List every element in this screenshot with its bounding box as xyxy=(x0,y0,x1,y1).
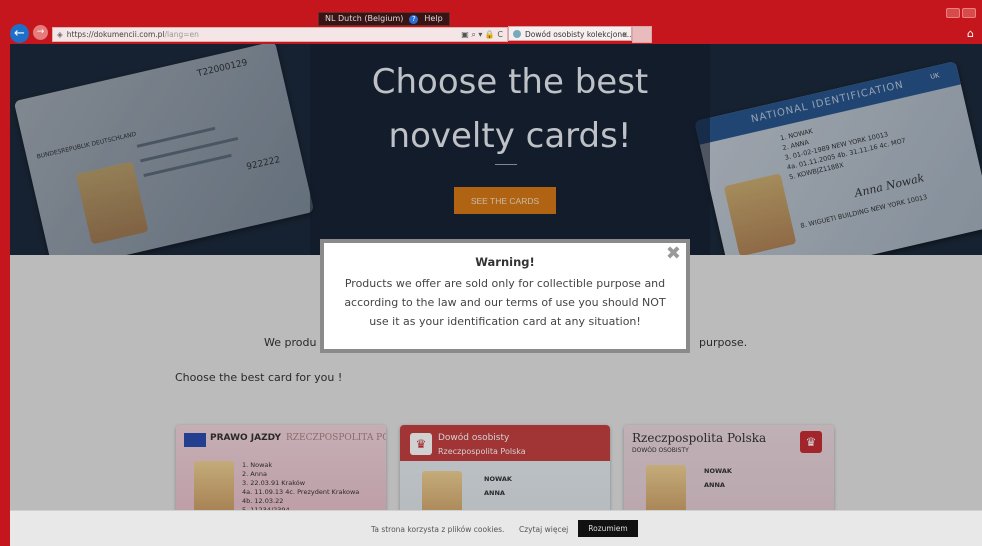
tab-title: Dowód osobisty kolekcjone... xyxy=(525,30,632,39)
warning-modal: ✖ Warning! Products we offer are sold on… xyxy=(320,239,690,353)
cookie-text: Ta strona korzysta z plików cookies. xyxy=(371,525,505,534)
modal-message: Products we offer are sold only for coll… xyxy=(344,274,666,331)
modal-line-2: according to the law and our terms of us… xyxy=(344,296,666,309)
site-icon: ◈ xyxy=(57,30,63,39)
forward-button[interactable]: → xyxy=(33,25,48,40)
modal-line-3: use it as your identification card at an… xyxy=(369,315,641,328)
cookie-bar: Ta strona korzysta z plików cookies. Czy… xyxy=(10,510,982,546)
maximize-button[interactable] xyxy=(962,8,976,18)
window-controls xyxy=(946,8,976,18)
cookie-read-more-link[interactable]: Czytaj więcej xyxy=(519,525,568,534)
modal-line-1: Products we offer are sold only for coll… xyxy=(344,277,666,290)
cookie-accept-button[interactable]: Rozumiem xyxy=(578,520,638,537)
navigation-bar: ← → ◈ https://dokumencii.com.pl/lang=en ▣… xyxy=(0,22,982,44)
tab-close-icon[interactable]: × xyxy=(622,27,628,40)
home-icon[interactable]: ⌂ xyxy=(967,27,974,40)
back-arrow-icon: ← xyxy=(14,26,25,41)
back-button[interactable]: ← xyxy=(10,24,29,43)
address-bar[interactable]: ◈ https://dokumencii.com.pl/lang=en ▣ ⌕ ▾… xyxy=(52,27,508,42)
modal-title: Warning! xyxy=(475,255,535,269)
minimize-button[interactable] xyxy=(946,8,960,18)
favicon-icon xyxy=(513,30,521,38)
url-path: /lang=en xyxy=(164,30,199,39)
url-prefix: https://dokumencii.com.pl xyxy=(66,30,165,39)
forward-arrow-icon: → xyxy=(36,27,45,37)
browser-tab[interactable]: Dowód osobisty kolekcjone... × xyxy=(508,26,632,41)
address-bar-icons[interactable]: ▣ ⌕ ▾ 🔒 C xyxy=(461,28,503,41)
page-viewport: T22000129 BUNDESREPUBLIK DEUTSCHLAND 922… xyxy=(10,44,982,546)
new-tab-button[interactable] xyxy=(632,26,652,43)
title-bar: NL Dutch (Belgium) ? Help xyxy=(0,0,982,26)
